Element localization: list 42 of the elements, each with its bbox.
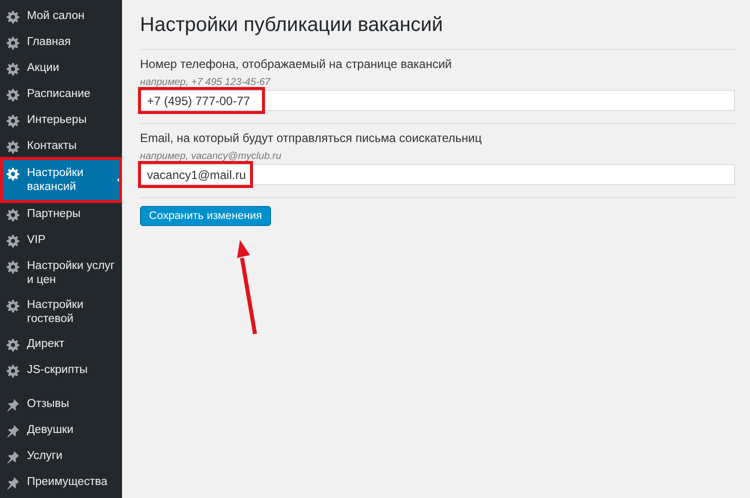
field-label: Email, на который будут отправляться письма соискательниц [140,131,483,145]
gear-icon [6,260,20,274]
sidebar-item[interactable]: Интерьеры [0,107,122,133]
sidebar-item[interactable]: Главная [0,29,122,55]
sidebar-item[interactable]: VIP [0,227,122,253]
field-label: Номер телефона, отображаемый на странице вакансий [140,57,453,71]
sidebar-item[interactable]: Девушки [0,417,122,443]
gear-icon [6,36,20,50]
sidebar-item[interactable]: Расписание [0,81,122,107]
pin-icon [6,424,20,438]
sidebar-item[interactable]: Мой салон [0,3,122,29]
sidebar-item[interactable]: JS-скрипты [0,357,122,383]
input-field[interactable]: vacancy1@mail.ru [140,164,735,185]
save-button[interactable]: Сохранить изменения [140,206,271,226]
gear-icon [6,338,20,352]
gear-icon [6,10,20,24]
pin-icon [6,398,20,412]
gear-icon [6,114,20,128]
sidebar-item[interactable]: Преимущества [0,469,122,495]
sidebar-item[interactable]: Контакты [0,133,122,159]
page-title: Настройки публикации вакансий [140,14,444,37]
sidebar-item[interactable]: Настройки вакансий [0,160,122,200]
gear-icon [6,62,20,76]
sidebar-item[interactable]: Директ [0,331,122,357]
field-hint: например, +7 495 123-45-67 [140,77,272,88]
pin-icon [6,450,20,464]
sidebar-item[interactable]: Партнеры [0,201,122,227]
gear-icon [6,167,20,181]
gear-icon [6,234,20,248]
input-field[interactable]: +7 (495) 777-00-77 [140,90,735,111]
sidebar-item[interactable]: Настройки услуг и цен [0,253,122,292]
gear-icon [6,208,20,222]
sidebar-item[interactable]: Акции [0,55,122,81]
sidebar-item[interactable]: Отзывы [0,391,122,417]
gear-icon [6,140,20,154]
sidebar-item[interactable]: Услуги [0,443,122,469]
sidebar-item[interactable]: Настройки гостевой [0,292,122,331]
gear-icon [6,88,20,102]
pin-icon [6,476,20,490]
field-hint: например, vacancy@myclub.ru [140,151,282,162]
gear-icon [6,299,20,313]
gear-icon [6,364,20,378]
